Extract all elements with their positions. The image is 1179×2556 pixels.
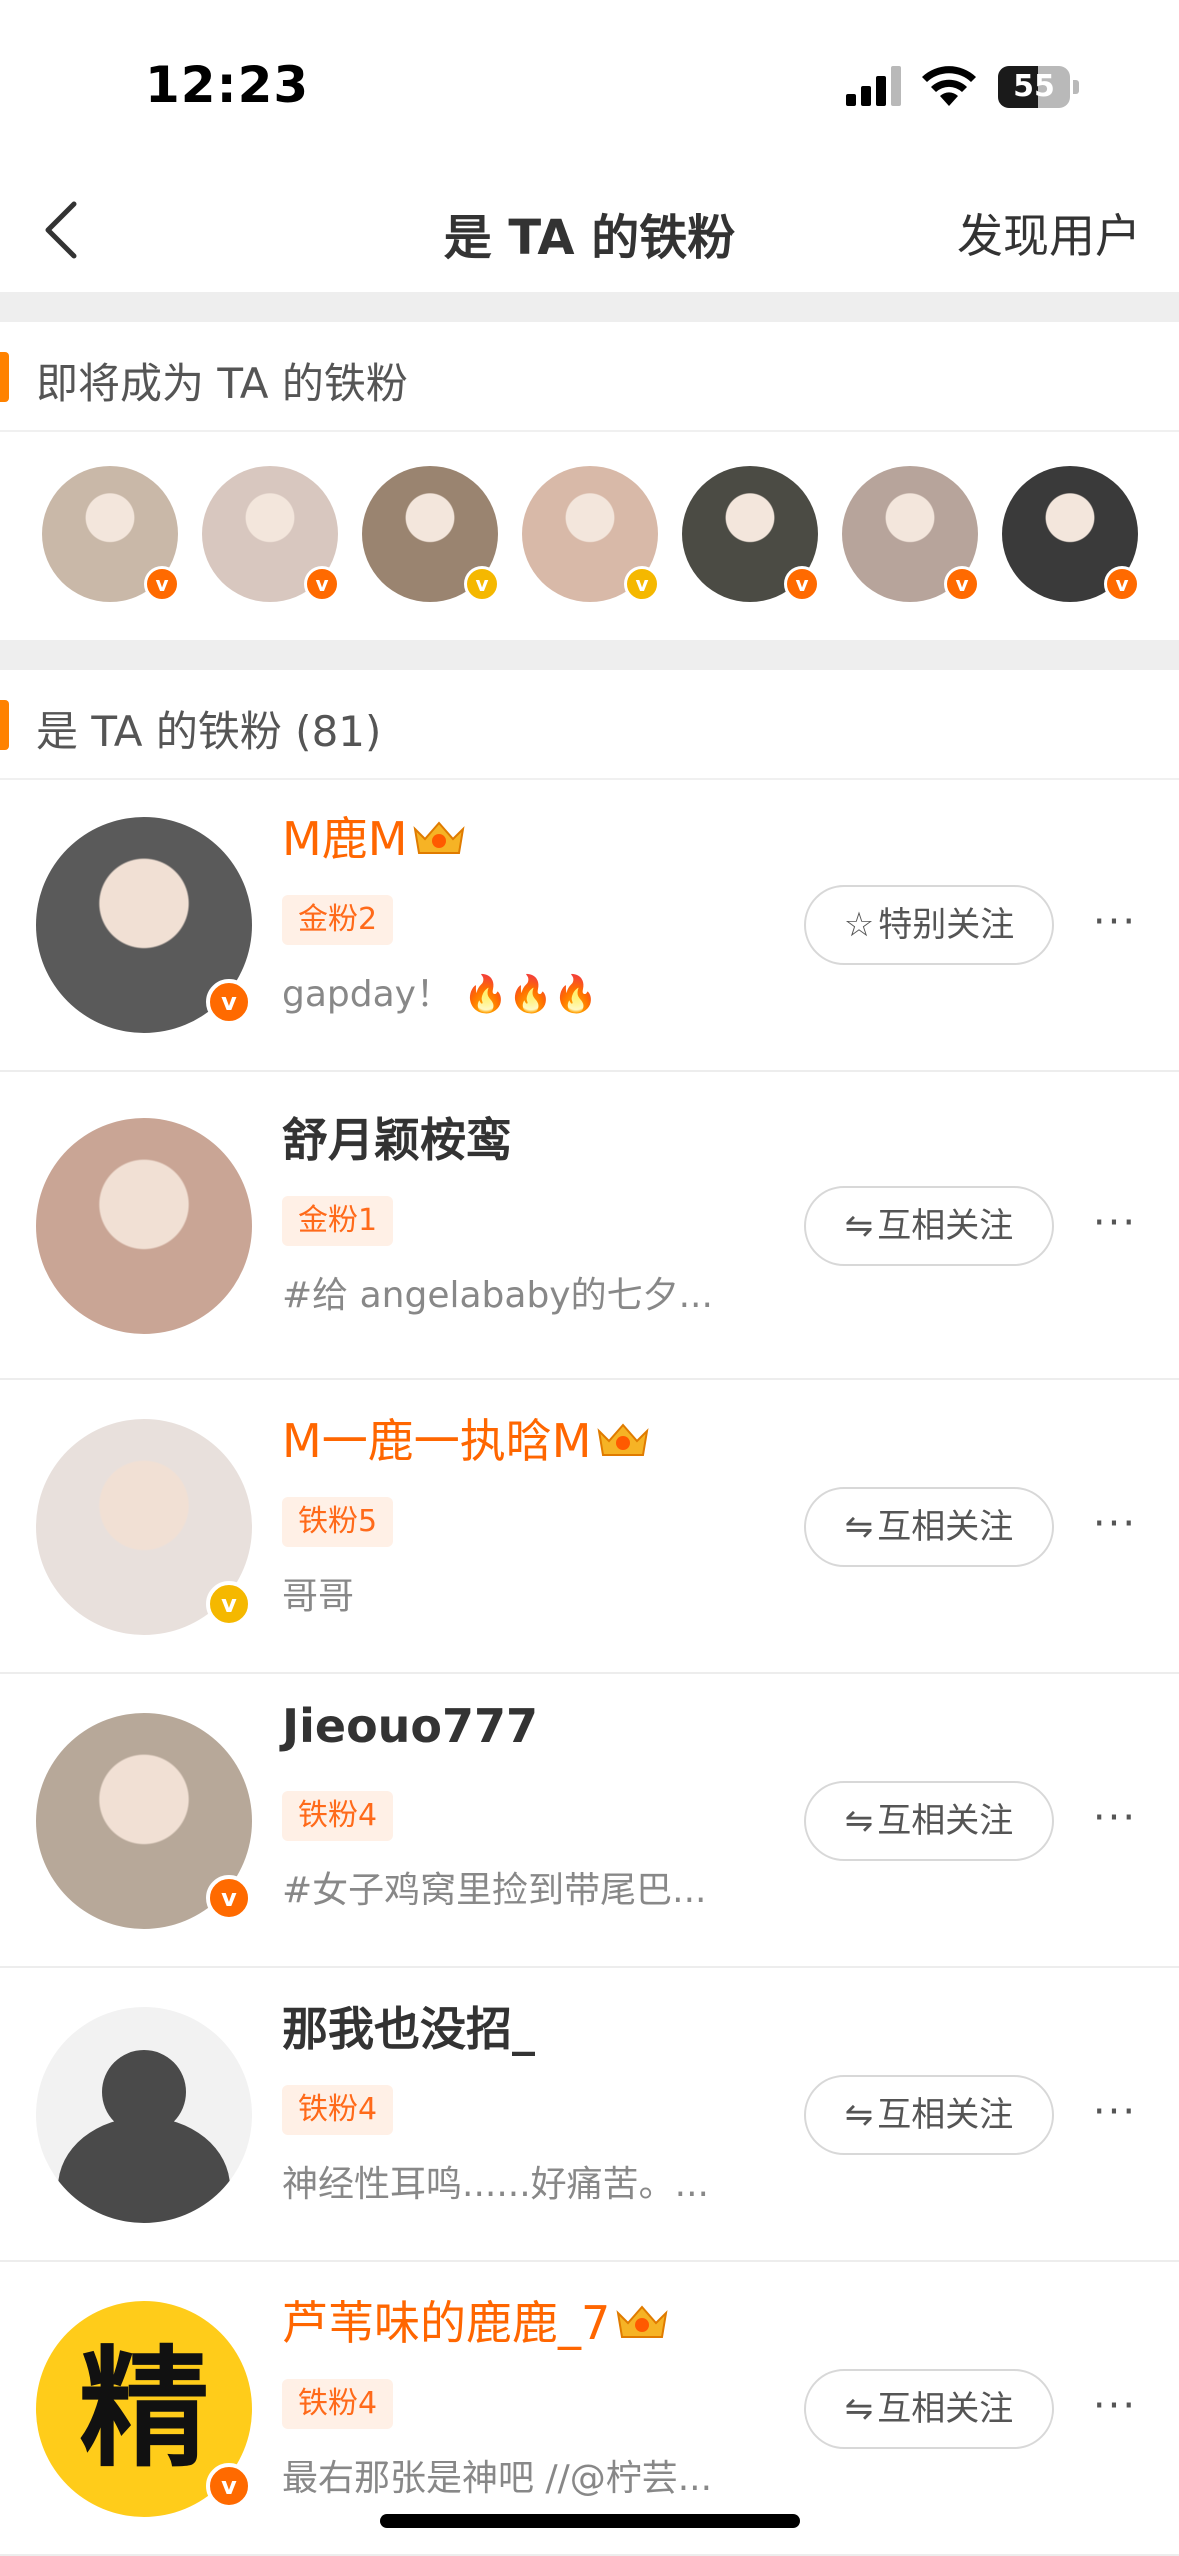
mutual-follow-icon: ⇋: [844, 2095, 874, 2135]
fan-list-item[interactable]: v M一鹿一执晗M 铁粉5 哥哥 ⇋ 互相关注 ···: [0, 1380, 1179, 1674]
more-options-icon[interactable]: ···: [1090, 1504, 1140, 1549]
verified-badge-icon: v: [1104, 566, 1140, 602]
fan-list-item[interactable]: v M鹿M 金粉2 gapday！ 🔥🔥🔥 ☆ 特别关注 ···: [0, 778, 1179, 1072]
mutual-follow-icon: ⇋: [844, 2389, 874, 2429]
cellular-signal-icon: [846, 66, 901, 106]
verified-badge-icon: v: [144, 566, 180, 602]
nav-bar: 是 TA 的铁粉 发现用户: [0, 170, 1179, 292]
fan-name-text: 芦苇味的鹿鹿_7: [282, 2296, 611, 2350]
upcoming-fan-avatar[interactable]: v: [202, 466, 340, 602]
fan-description: #给 angelababy的七夕...: [282, 1275, 713, 1316]
crown-icon: [413, 821, 465, 854]
fan-level-badge: 铁粉4: [282, 2085, 394, 2135]
more-options-icon[interactable]: ···: [1090, 1203, 1140, 1248]
follow-status-button[interactable]: ⇋ 互相关注: [804, 2369, 1054, 2449]
upcoming-fan-avatar[interactable]: v: [362, 466, 500, 602]
fan-list-item[interactable]: 精 v 芦苇味的鹿鹿_7 铁粉4 最右那张是神吧 //@柠芸... ⇋ 互相关注 ···: [0, 2262, 1179, 2556]
fan-description: 最右那张是神吧 //@柠芸...: [282, 2458, 713, 2499]
more-options-icon[interactable]: ···: [1090, 2092, 1140, 2137]
mutual-follow-icon: ⇋: [844, 1507, 874, 1547]
verified-badge-icon: v: [206, 1875, 252, 1921]
avatar[interactable]: [36, 1118, 252, 1334]
verified-badge-icon: v: [206, 1581, 252, 1627]
more-options-icon[interactable]: ···: [1090, 1798, 1140, 1843]
fans-list-header: 是 TA 的铁粉 (81): [0, 670, 1179, 780]
upcoming-fans-avatar-row: vvvvvvv: [0, 430, 1179, 638]
follow-status-button[interactable]: ⇋ 互相关注: [804, 1186, 1054, 1266]
follow-status-label: 互相关注: [877, 2389, 1014, 2429]
follow-status-button[interactable]: ⇋ 互相关注: [804, 2075, 1054, 2155]
section-accent-bar: [0, 700, 9, 750]
star-icon: ☆: [843, 905, 875, 945]
fan-name-text: M鹿M: [282, 812, 408, 866]
fan-description: gapday！ 🔥🔥🔥: [282, 974, 598, 1015]
fan-name[interactable]: Jieouo777: [282, 1699, 538, 1753]
upcoming-fan-avatar[interactable]: v: [42, 466, 180, 602]
fan-name-text: 舒月颖桉鸾: [282, 1113, 512, 1167]
fan-name[interactable]: M鹿M: [282, 803, 467, 869]
fan-name-text: Jieouo777: [282, 1699, 539, 1753]
avatar[interactable]: [36, 2007, 252, 2223]
follow-status-button[interactable]: ☆ 特别关注: [804, 885, 1054, 965]
fan-level-badge: 金粉2: [282, 895, 394, 945]
fan-level-badge: 铁粉5: [282, 1497, 394, 1547]
follow-status-label: 互相关注: [877, 1507, 1014, 1547]
fan-name[interactable]: M一鹿一执晗M: [282, 1405, 651, 1471]
crown-icon: [616, 2305, 668, 2338]
verified-badge-icon: v: [464, 566, 500, 602]
verified-badge-icon: v: [624, 566, 660, 602]
divider: [0, 640, 1179, 670]
fan-level-badge: 金粉1: [282, 1196, 394, 1246]
verified-badge-icon: v: [944, 566, 980, 602]
fan-description: #女子鸡窝里捡到带尾巴...: [282, 1870, 707, 1911]
upcoming-fan-avatar[interactable]: v: [522, 466, 660, 602]
verified-badge-icon: v: [206, 979, 252, 1025]
verified-badge-icon: v: [304, 566, 340, 602]
follow-status-label: 互相关注: [877, 2095, 1014, 2135]
divider: [0, 292, 1179, 322]
fan-level-badge: 铁粉4: [282, 1791, 394, 1841]
fan-name[interactable]: 舒月颖桉鸾: [282, 1104, 512, 1170]
status-bar: 12:23 55: [0, 0, 1179, 170]
fan-list-item[interactable]: 舒月颖桉鸾金粉1 #给 angelababy的七夕... ⇋ 互相关注 ···: [0, 1072, 1179, 1380]
fan-name-text: 那我也没招_: [282, 2002, 535, 2056]
follow-status-label: 互相关注: [877, 1801, 1014, 1841]
upcoming-fan-avatar[interactable]: v: [1002, 466, 1140, 602]
verified-badge-icon: v: [784, 566, 820, 602]
battery-icon: 55: [998, 66, 1079, 108]
more-options-icon[interactable]: ···: [1090, 902, 1140, 947]
fan-description: 神经性耳鸣......好痛苦。...: [282, 2164, 709, 2205]
discover-users-link[interactable]: 发现用户: [957, 200, 1141, 266]
upcoming-fan-avatar[interactable]: v: [842, 466, 980, 602]
section-accent-bar: [0, 352, 9, 402]
upcoming-fans-header: 即将成为 TA 的铁粉: [0, 322, 1179, 432]
fan-list-item[interactable]: v Jieouo777 铁粉4 #女子鸡窝里捡到带尾巴... ⇋ 互相关注 ···: [0, 1674, 1179, 1968]
default-avatar-icon: [58, 2050, 230, 2223]
fan-level-badge: 铁粉4: [282, 2379, 394, 2429]
fan-list-item[interactable]: 那我也没招_ 铁粉4 神经性耳鸣......好痛苦。... ⇋ 互相关注 ···: [0, 1968, 1179, 2262]
fan-name[interactable]: 芦苇味的鹿鹿_7: [282, 2287, 670, 2353]
crown-icon: [597, 1423, 649, 1456]
battery-percent: 55: [1013, 69, 1055, 104]
mutual-follow-icon: ⇋: [844, 1801, 874, 1841]
follow-status-button[interactable]: ⇋ 互相关注: [804, 1487, 1054, 1567]
upcoming-fan-avatar[interactable]: v: [682, 466, 820, 602]
fan-description: 哥哥: [282, 1576, 355, 1617]
fan-name-text: M一鹿一执晗M: [282, 1414, 592, 1468]
fans-list-title: 是 TA 的铁粉 (81): [36, 707, 382, 756]
follow-status-label: 互相关注: [877, 1206, 1014, 1246]
fans-list: v M鹿M 金粉2 gapday！ 🔥🔥🔥 ☆ 特别关注 ··· 舒月颖桉鸾金粉1 #给 ang…: [0, 778, 1179, 2556]
home-indicator[interactable]: [380, 2514, 800, 2528]
verified-badge-icon: v: [206, 2463, 252, 2509]
fan-name[interactable]: 那我也没招_: [282, 1993, 535, 2059]
follow-status-label: 特别关注: [878, 905, 1015, 945]
mutual-follow-icon: ⇋: [844, 1206, 874, 1246]
upcoming-fans-title: 即将成为 TA 的铁粉: [36, 359, 408, 408]
more-options-icon[interactable]: ···: [1090, 2386, 1140, 2431]
status-time: 12:23: [145, 56, 310, 114]
wifi-icon: [922, 66, 976, 106]
follow-status-button[interactable]: ⇋ 互相关注: [804, 1781, 1054, 1861]
